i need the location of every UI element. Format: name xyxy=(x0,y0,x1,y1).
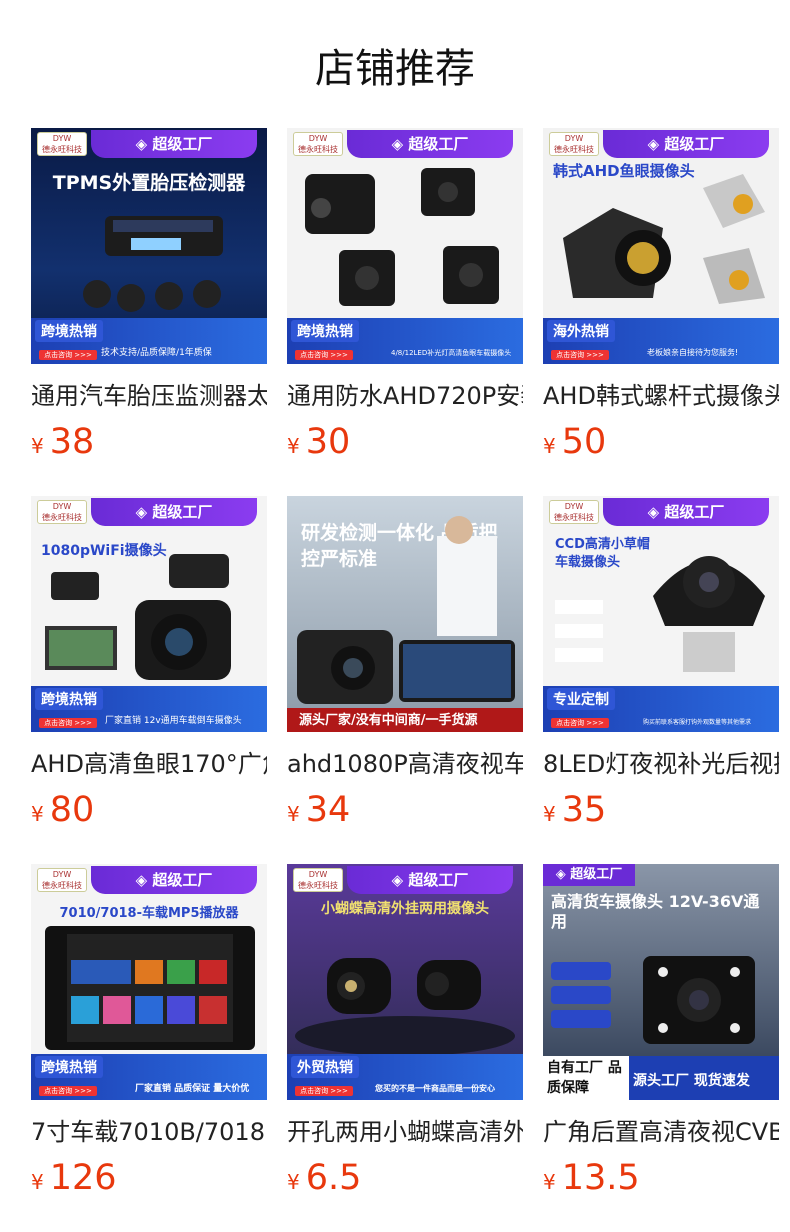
product-name[interactable]: AHD韩式螺杆式摄像头 xyxy=(543,380,779,412)
product-card[interactable]: DYW 德永旺科技 ◈ 超级工厂 TPMS外置胎压检测器 跨境热销 技术支持/品质… xyxy=(31,128,269,468)
image-footer: 您买的不是一件商品而是一份安心 xyxy=(375,1084,495,1093)
inquiry-button: 点击咨询 >>> xyxy=(551,350,609,360)
image-tag: 外贸热销 xyxy=(291,1056,359,1078)
product-card[interactable]: DYW 德永旺科技 ◈ 超级工厂 CCD高清小草帽 车载摄像头 专业定制 购买前联… xyxy=(543,496,781,836)
lab-camera-icon xyxy=(297,516,515,704)
product-card[interactable]: DYW 德永旺科技 ◈ 超级工厂 跨境热销 4/8/12LED补光灯高清鱼眼车载摄… xyxy=(287,128,525,468)
product-price: ¥35 xyxy=(543,790,607,830)
page-title: 店铺推荐 xyxy=(315,46,475,92)
product-image[interactable]: ◈ 超级工厂 高清货车摄像头 12V-36V通用 自有工厂 品质保障 源头工厂 … xyxy=(543,864,779,1100)
product-image[interactable]: DYW 德永旺科技 ◈ 超级工厂 小蝴蝶高清外挂两用摄像头 外贸热销 您买的不是一… xyxy=(287,864,523,1100)
inquiry-button: 点击咨询 >>> xyxy=(39,350,97,360)
product-card[interactable]: DYW 德永旺科技 ◈ 超级工厂 1080pWiFi摄像头 跨境热销 厂家直销 1… xyxy=(31,496,269,836)
product-price: ¥80 xyxy=(31,790,95,830)
image-tag: 跨境热销 xyxy=(35,320,103,342)
image-tag: 专业定制 xyxy=(547,688,615,710)
product-card[interactable]: DYW 德永旺科技 ◈ 超级工厂 小蝴蝶高清外挂两用摄像头 外贸热销 您买的不是一… xyxy=(287,864,525,1204)
product-name[interactable]: 8LED灯夜视补光后视摄像头 xyxy=(543,748,779,780)
image-tag: 跨境热销 xyxy=(35,688,103,710)
product-name[interactable]: 开孔两用小蝴蝶高清外挂摄像头 xyxy=(287,1116,523,1148)
inquiry-button: 点击咨询 >>> xyxy=(39,718,97,728)
product-card[interactable]: ◈ 超级工厂 高清货车摄像头 12V-36V通用 自有工厂 品质保障 源头工厂 … xyxy=(543,864,781,1204)
product-image[interactable]: DYW 德永旺科技 ◈ 超级工厂 TPMS外置胎压检测器 跨境热销 技术支持/品质… xyxy=(31,128,267,364)
product-price: ¥6.5 xyxy=(287,1158,362,1198)
product-price: ¥30 xyxy=(287,422,351,462)
product-price: ¥50 xyxy=(543,422,607,462)
inquiry-button: 点击咨询 >>> xyxy=(551,718,609,728)
product-name[interactable]: 通用汽车胎压监测器太阳能 xyxy=(31,380,267,412)
product-name[interactable]: 通用防水AHD720P安装支架 xyxy=(287,380,523,412)
inquiry-button: 点击咨询 >>> xyxy=(295,350,353,360)
image-tag: 自有工厂 品质保障 xyxy=(543,1056,629,1100)
image-footer: 购买前联系客服打钩外观数量等其他需求 xyxy=(643,719,752,726)
product-name[interactable]: 7寸车载7010B/7018B播放器 xyxy=(31,1116,267,1148)
product-card[interactable]: DYW 德永旺科技 ◈ 超级工厂 韩式AHD鱼眼摄像头 海外热销 老板娘亲自接待为… xyxy=(543,128,781,468)
product-name[interactable]: AHD高清鱼眼170°广角摄像头 xyxy=(31,748,267,780)
product-price: ¥38 xyxy=(31,422,95,462)
image-footer: 源头厂家/没有中间商/一手货源 xyxy=(299,713,478,728)
product-price: ¥34 xyxy=(287,790,351,830)
product-card[interactable]: 研发检测一体化 品质把控严标准 源头厂家/没有中间商/一手货源 ahd1080P… xyxy=(287,496,525,836)
image-footer: 技术支持/品质保障/1年质保 xyxy=(101,348,212,358)
product-price: ¥126 xyxy=(31,1158,117,1198)
product-image[interactable]: DYW 德永旺科技 ◈ 超级工厂 跨境热销 4/8/12LED补光灯高清鱼眼车载摄… xyxy=(287,128,523,364)
image-footer: 老板娘亲自接待为您服务! xyxy=(647,348,739,357)
product-card[interactable]: DYW 德永旺科技 ◈ 超级工厂 7010/7018-车载MP5播放器 跨境热销 … xyxy=(31,864,269,1204)
product-name[interactable]: 广角后置高清夜视CVBS摄像头 xyxy=(543,1116,779,1148)
image-tag: 跨境热销 xyxy=(291,320,359,342)
image-footer: 厂家直销 品质保证 量大价优 xyxy=(135,1084,250,1094)
product-image[interactable]: DYW 德永旺科技 ◈ 超级工厂 1080pWiFi摄像头 跨境热销 厂家直销 1… xyxy=(31,496,267,732)
image-tag: 跨境热销 xyxy=(35,1056,103,1078)
product-image[interactable]: DYW 德永旺科技 ◈ 超级工厂 7010/7018-车载MP5播放器 跨境热销 … xyxy=(31,864,267,1100)
product-price: ¥13.5 xyxy=(543,1158,640,1198)
inquiry-button: 点击咨询 >>> xyxy=(295,1086,353,1096)
image-footer: 厂家直销 12v通用车载倒车摄像头 xyxy=(105,716,242,726)
product-image[interactable]: DYW 德永旺科技 ◈ 超级工厂 CCD高清小草帽 车载摄像头 专业定制 购买前联… xyxy=(543,496,779,732)
image-tag: 海外热销 xyxy=(547,320,615,342)
product-image[interactable]: DYW 德永旺科技 ◈ 超级工厂 韩式AHD鱼眼摄像头 海外热销 老板娘亲自接待为… xyxy=(543,128,779,364)
product-name[interactable]: ahd1080P高清夜视车载摄像头 xyxy=(287,748,523,780)
product-image[interactable]: 研发检测一体化 品质把控严标准 源头厂家/没有中间商/一手货源 xyxy=(287,496,523,732)
image-footer: 源头工厂 现货速发 xyxy=(633,1073,750,1089)
image-footer: 4/8/12LED补光灯高清鱼眼车载摄像头 xyxy=(391,349,512,357)
inquiry-button: 点击咨询 >>> xyxy=(39,1086,97,1096)
